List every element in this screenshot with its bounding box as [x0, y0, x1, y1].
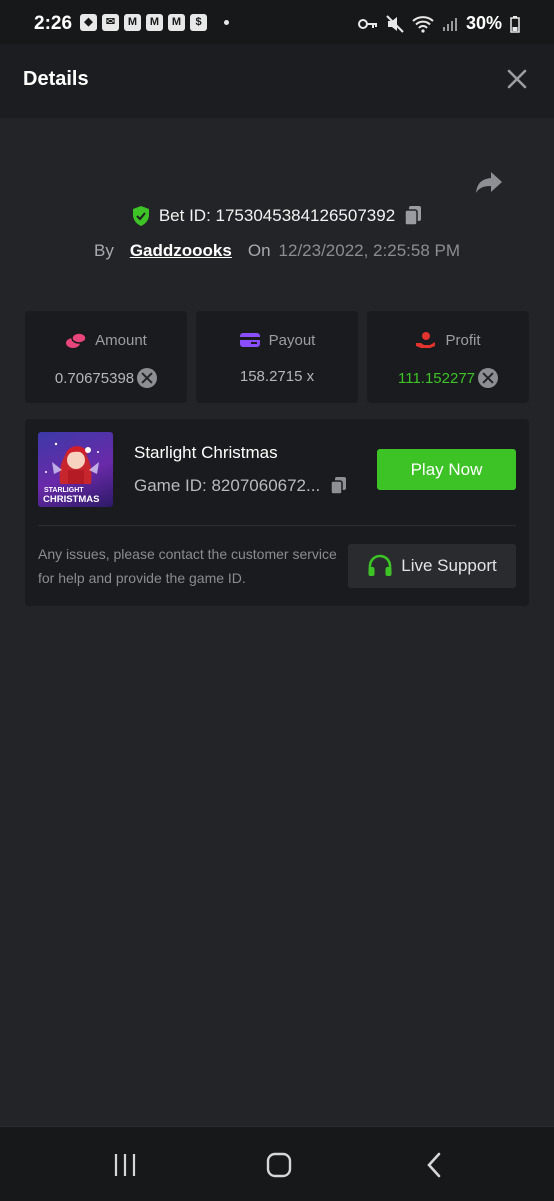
battery-icon — [510, 15, 520, 33]
share-icon[interactable] — [474, 168, 504, 196]
more-notifications-dot — [224, 20, 229, 25]
amount-label: Amount — [95, 331, 147, 349]
amount-card: Amount 0.70675398 — [25, 311, 187, 403]
play-now-button[interactable]: Play Now — [377, 449, 516, 490]
payout-label: Payout — [268, 331, 316, 349]
thumb-title-line2: CHRISTMAS — [43, 494, 99, 505]
game-art-icon: STARLIGHT CHRISTMAS — [43, 442, 99, 505]
hand-coin-icon — [416, 332, 436, 348]
payout-card: Payout 158.2715 x — [196, 311, 358, 403]
system-icons: 30% — [357, 13, 520, 34]
amount-value: 0.70675398 — [54, 369, 135, 387]
wallet-icon — [239, 333, 260, 347]
home-icon[interactable] — [266, 1152, 292, 1178]
page-title: Details — [23, 68, 89, 90]
signal-icon — [442, 17, 457, 31]
key-icon — [357, 18, 377, 29]
mute-icon — [386, 14, 404, 33]
copy-icon[interactable] — [403, 205, 423, 227]
bet-meta-row: By Gaddzoooks On 12/23/2022, 2:25:58 PM — [0, 241, 554, 261]
profit-card: Profit 111.152277 — [367, 311, 529, 403]
game-name: Starlight Christmas — [134, 443, 278, 462]
status-time: 2:26 — [34, 13, 73, 34]
coins-icon — [66, 332, 87, 348]
game-card: STARLIGHT CHRISTMAS Starlight Christmas … — [25, 419, 529, 606]
live-support-button[interactable]: Live Support — [348, 544, 516, 588]
bet-id: Bet ID: 1753045384126507392 — [158, 206, 396, 225]
back-icon[interactable] — [424, 1152, 444, 1178]
profit-value: 111.152277 — [397, 369, 476, 387]
details-header: Details — [0, 44, 554, 118]
profit-label: Profit — [445, 331, 481, 349]
currency-coin-icon — [478, 368, 499, 388]
currency-coin-icon — [137, 368, 158, 388]
copy-icon[interactable] — [330, 476, 348, 496]
navigation-bar — [0, 1126, 554, 1201]
battery-level: 30% — [465, 13, 502, 33]
on-label: On — [247, 241, 271, 260]
cash-app-icon: $ — [190, 14, 207, 31]
support-notice: Any issues, please contact the customer … — [38, 546, 337, 586]
brave-icon: ◆ — [80, 14, 97, 31]
notification-icons: ◆ ✉ M M M $ — [80, 14, 229, 31]
game-thumbnail[interactable]: STARLIGHT CHRISTMAS — [38, 432, 113, 507]
game-id: Game ID: 8207060672... — [134, 476, 321, 495]
status-bar: 2:26 ◆ ✉ M M M $ 30% — [0, 0, 554, 44]
gmail-icon: M — [168, 14, 185, 31]
headset-icon — [368, 554, 392, 576]
recent-apps-icon[interactable] — [112, 1153, 138, 1177]
divider — [38, 525, 516, 526]
gmail-icon: M — [124, 14, 141, 31]
username-link[interactable]: Gaddzoooks — [130, 241, 232, 261]
gmail-icon: M — [146, 14, 163, 31]
close-icon[interactable] — [506, 68, 528, 90]
bet-id-row: Bet ID: 1753045384126507392 — [0, 205, 554, 227]
wifi-icon — [412, 15, 434, 33]
verified-shield-icon — [132, 206, 149, 226]
live-support-label: Live Support — [401, 556, 497, 575]
thumb-title-line1: STARLIGHT — [44, 487, 84, 494]
mail-icon: ✉ — [102, 14, 119, 31]
by-label: By — [93, 241, 114, 260]
bet-datetime: 12/23/2022, 2:25:58 PM — [278, 241, 461, 260]
payout-value: 158.2715 x — [239, 368, 315, 385]
